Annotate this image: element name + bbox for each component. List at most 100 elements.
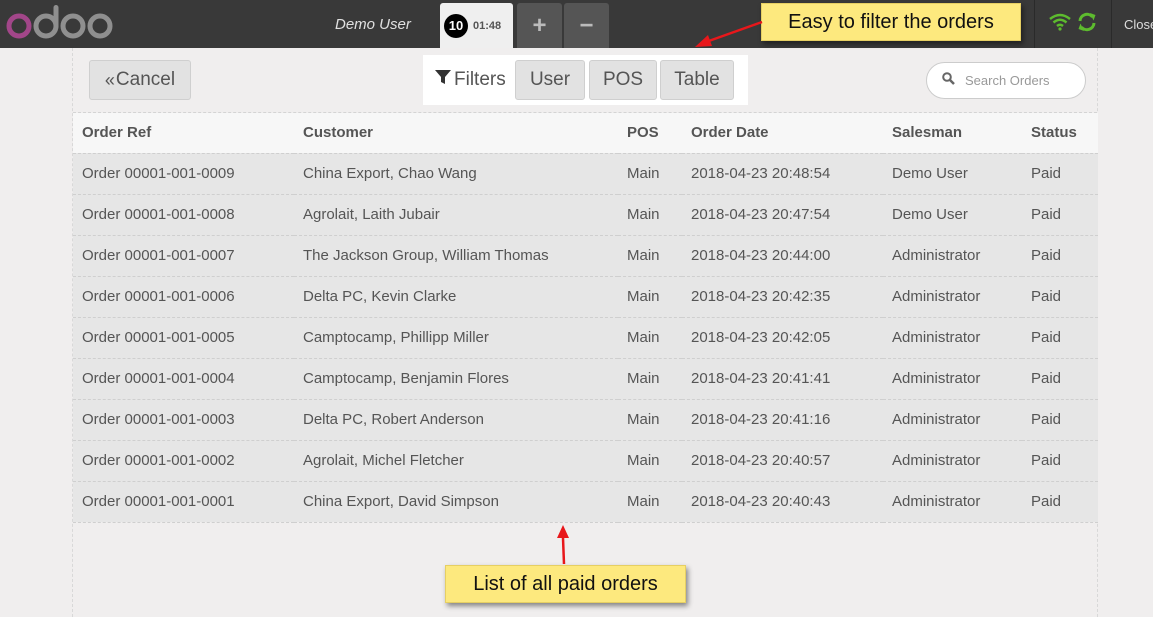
- order-ref-cell: Order 00001-001-0004: [73, 357, 294, 399]
- pos-cell: Main: [618, 316, 682, 358]
- table-row[interactable]: Order 00001-001-0006 Delta PC, Kevin Clar…: [73, 275, 1098, 317]
- order-date-cell: 2018-04-23 20:41:41: [682, 357, 883, 399]
- order-date-cell: 2018-04-23 20:42:05: [682, 316, 883, 358]
- status-cell: Paid: [1022, 234, 1098, 276]
- pos-cell: Main: [618, 193, 682, 235]
- column-status: Status: [1022, 113, 1098, 153]
- column-order-date: Order Date: [682, 113, 883, 153]
- add-order-button[interactable]: +: [517, 3, 562, 48]
- sync-icon[interactable]: [1077, 12, 1097, 37]
- search-box: [926, 62, 1086, 99]
- order-ref-cell: Order 00001-001-0002: [73, 439, 294, 481]
- salesman-cell: Administrator: [883, 234, 1022, 276]
- search-orders-input[interactable]: [965, 73, 1080, 88]
- order-ref-cell: Order 00001-001-0008: [73, 193, 294, 235]
- customer-cell: Camptocamp, Phillipp Miller: [294, 316, 618, 358]
- order-number-badge: 10: [444, 13, 468, 38]
- table-row[interactable]: Order 00001-001-0001 China Export, David …: [73, 480, 1098, 523]
- order-date-cell: 2018-04-23 20:42:35: [682, 275, 883, 317]
- order-ref-cell: Order 00001-001-0001: [73, 480, 294, 523]
- customer-cell: China Export, David Simpson: [294, 480, 618, 523]
- column-order-ref: Order Ref: [73, 113, 294, 153]
- column-salesman: Salesman: [883, 113, 1022, 153]
- filters-bar: Filters User POS Table: [423, 55, 748, 105]
- double-chevron-left-icon: «: [104, 69, 115, 90]
- order-list-screen: « Cancel Filters User POS Table Order Re…: [72, 48, 1098, 617]
- search-icon: [942, 71, 955, 90]
- cancel-button[interactable]: « Cancel: [89, 60, 191, 100]
- order-date-cell: 2018-04-23 20:48:54: [682, 152, 883, 194]
- pos-cell: Main: [618, 275, 682, 317]
- table-row[interactable]: Order 00001-001-0005 Camptocamp, Phillipp…: [73, 316, 1098, 358]
- salesman-cell: Demo User: [883, 152, 1022, 194]
- column-customer: Customer: [294, 113, 618, 153]
- column-pos: POS: [618, 113, 682, 153]
- current-user[interactable]: Demo User: [335, 16, 411, 33]
- status-cell: Paid: [1022, 398, 1098, 440]
- order-list-controls: « Cancel Filters User POS Table: [73, 48, 1097, 113]
- status-cell: Paid: [1022, 316, 1098, 358]
- table-row[interactable]: Order 00001-001-0008 Agrolait, Laith Juba…: [73, 193, 1098, 235]
- remove-order-button[interactable]: −: [564, 3, 609, 48]
- pos-cell: Main: [618, 152, 682, 194]
- customer-cell: Delta PC, Robert Anderson: [294, 398, 618, 440]
- salesman-cell: Demo User: [883, 193, 1022, 235]
- filter-table-button[interactable]: Table: [660, 60, 734, 100]
- order-time: 01:48: [473, 19, 502, 32]
- status-cell: Paid: [1022, 193, 1098, 235]
- customer-cell: Agrolait, Michel Fletcher: [294, 439, 618, 481]
- odoo-logo: [6, 4, 118, 40]
- table-row[interactable]: Order 00001-001-0009 China Export, Chao W…: [73, 152, 1098, 194]
- order-date-cell: 2018-04-23 20:40:57: [682, 439, 883, 481]
- salesman-cell: Administrator: [883, 357, 1022, 399]
- orders-table: Order Ref Customer POS Order Date Salesm…: [73, 113, 1098, 523]
- customer-cell: Delta PC, Kevin Clarke: [294, 275, 618, 317]
- table-row[interactable]: Order 00001-001-0004 Camptocamp, Benjamin…: [73, 357, 1098, 399]
- salesman-cell: Administrator: [883, 439, 1022, 481]
- customer-cell: China Export, Chao Wang: [294, 152, 618, 194]
- order-ref-cell: Order 00001-001-0003: [73, 398, 294, 440]
- status-cell: Paid: [1022, 480, 1098, 523]
- order-date-cell: 2018-04-23 20:44:00: [682, 234, 883, 276]
- close-button[interactable]: Close: [1113, 0, 1153, 48]
- salesman-cell: Administrator: [883, 316, 1022, 358]
- table-row[interactable]: Order 00001-001-0002 Agrolait, Michel Fle…: [73, 439, 1098, 481]
- status-cell: Paid: [1022, 152, 1098, 194]
- order-tab[interactable]: 10 01:48: [440, 3, 513, 48]
- salesman-cell: Administrator: [883, 275, 1022, 317]
- cancel-label: Cancel: [115, 69, 176, 90]
- filters-label: Filters: [435, 69, 506, 91]
- pos-cell: Main: [618, 357, 682, 399]
- annotation-list-note: List of all paid orders: [445, 565, 686, 603]
- status-cell: Paid: [1022, 439, 1098, 481]
- table-header: Order Ref Customer POS Order Date Salesm…: [73, 113, 1098, 153]
- pos-cell: Main: [618, 480, 682, 523]
- salesman-cell: Administrator: [883, 398, 1022, 440]
- order-ref-cell: Order 00001-001-0007: [73, 234, 294, 276]
- order-ref-cell: Order 00001-001-0006: [73, 275, 294, 317]
- connection-status: [1034, 0, 1112, 48]
- plus-icon: +: [532, 11, 547, 39]
- customer-cell: The Jackson Group, William Thomas: [294, 234, 618, 276]
- status-cell: Paid: [1022, 357, 1098, 399]
- status-cell: Paid: [1022, 275, 1098, 317]
- pos-cell: Main: [618, 234, 682, 276]
- customer-cell: Camptocamp, Benjamin Flores: [294, 357, 618, 399]
- minus-icon: −: [579, 11, 594, 39]
- filter-icon: [435, 69, 451, 91]
- table-row[interactable]: Order 00001-001-0007 The Jackson Group, W…: [73, 234, 1098, 276]
- order-date-cell: 2018-04-23 20:40:43: [682, 480, 883, 523]
- salesman-cell: Administrator: [883, 480, 1022, 523]
- pos-cell: Main: [618, 398, 682, 440]
- customer-cell: Agrolait, Laith Jubair: [294, 193, 618, 235]
- wifi-icon: [1049, 13, 1071, 36]
- order-ref-cell: Order 00001-001-0005: [73, 316, 294, 358]
- filter-pos-button[interactable]: POS: [589, 60, 657, 100]
- order-ref-cell: Order 00001-001-0009: [73, 152, 294, 194]
- annotation-filter-note: Easy to filter the orders: [761, 3, 1021, 41]
- table-row[interactable]: Order 00001-001-0003 Delta PC, Robert And…: [73, 398, 1098, 440]
- order-date-cell: 2018-04-23 20:47:54: [682, 193, 883, 235]
- order-date-cell: 2018-04-23 20:41:16: [682, 398, 883, 440]
- filter-user-button[interactable]: User: [515, 60, 585, 100]
- pos-cell: Main: [618, 439, 682, 481]
